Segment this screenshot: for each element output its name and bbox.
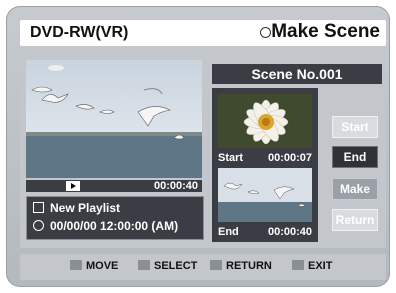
page-title: Make Scene xyxy=(271,21,380,42)
start-label: Start xyxy=(218,152,244,164)
end-thumbnail xyxy=(218,168,312,222)
scene-number: Scene No.001 xyxy=(212,64,382,84)
circle-icon xyxy=(260,27,271,38)
select-hint: SELECT xyxy=(138,260,197,272)
end-label: End xyxy=(218,226,239,238)
footer-bar: MOVE SELECT RETURN EXIT xyxy=(20,254,386,280)
end-time: 00:00:40 xyxy=(267,226,312,238)
exit-icon xyxy=(292,260,304,270)
datetime-row: 00/00/00 12:00:00 (AM) xyxy=(33,219,178,233)
playlist-datetime: 00/00/00 12:00:00 (AM) xyxy=(50,219,179,233)
device-label: DVD-RW(VR) xyxy=(30,24,129,41)
play-icon[interactable] xyxy=(66,181,80,191)
enter-icon xyxy=(138,260,150,270)
exit-hint: EXIT xyxy=(292,260,332,272)
header-bar: DVD-RW(VR) Make Scene xyxy=(20,20,386,46)
playlist-name: New Playlist xyxy=(50,201,121,215)
scene-thumbnails: Start 00:00:07 End 00:00:40 xyxy=(212,88,318,242)
playlist-icon xyxy=(33,202,44,213)
playback-bar[interactable]: 00:00:40 xyxy=(26,180,202,192)
start-button[interactable]: Start xyxy=(332,116,378,138)
current-time: 00:00:40 xyxy=(153,180,198,192)
start-time: 00:00:07 xyxy=(267,152,312,164)
return-icon xyxy=(210,260,222,270)
arrows-icon xyxy=(70,260,82,270)
end-button[interactable]: End xyxy=(332,146,378,168)
start-thumbnail xyxy=(218,94,312,148)
return-button[interactable]: Return xyxy=(332,209,378,231)
clock-icon xyxy=(33,220,44,231)
make-button[interactable]: Make xyxy=(332,178,378,200)
playlist-row: New Playlist xyxy=(33,201,120,215)
video-preview xyxy=(26,60,202,178)
playlist-info: New Playlist 00/00/00 12:00:00 (AM) xyxy=(26,196,204,240)
move-hint: MOVE xyxy=(70,260,118,272)
return-hint: RETURN xyxy=(210,260,272,272)
